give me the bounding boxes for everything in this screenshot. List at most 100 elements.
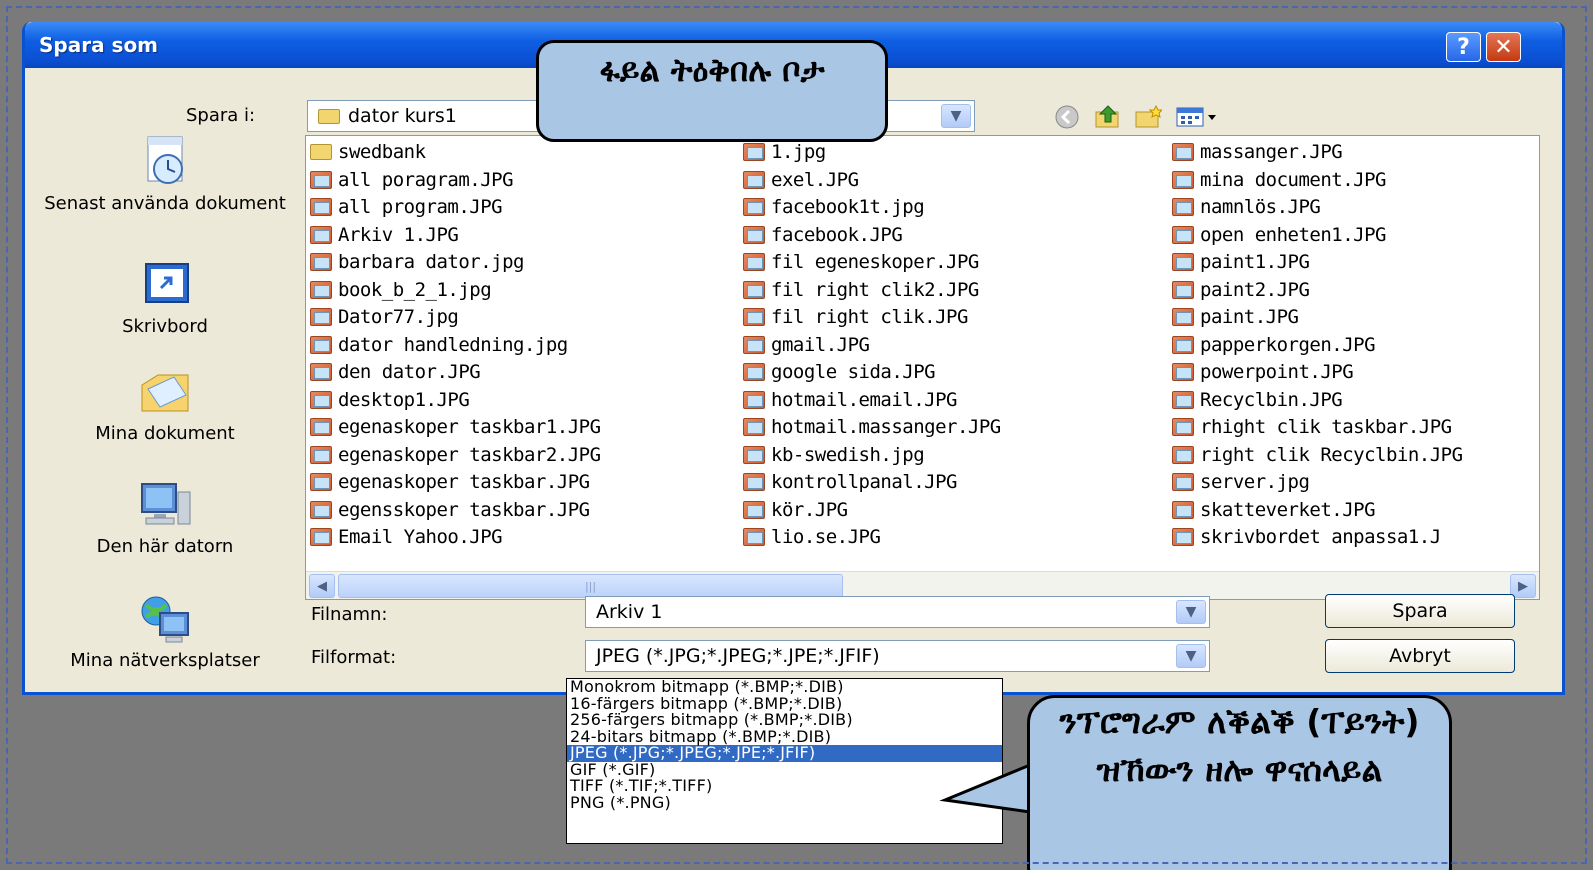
file-item[interactable]: paint2.JPG <box>1172 277 1310 303</box>
file-item[interactable]: swedbank <box>310 139 426 165</box>
help-button[interactable]: ? <box>1446 32 1481 62</box>
file-item[interactable]: open enheten1.JPG <box>1172 222 1386 248</box>
place-recent-documents[interactable]: Senast använda dokument <box>34 135 296 214</box>
file-item[interactable]: kör.JPG <box>743 497 848 523</box>
file-item[interactable]: gmail.JPG <box>743 332 870 358</box>
file-name: lio.se.JPG <box>771 526 881 548</box>
file-item[interactable]: Dator77.jpg <box>310 304 459 330</box>
up-folder-icon[interactable] <box>1093 103 1123 131</box>
file-item[interactable]: Arkiv 1.JPG <box>310 222 459 248</box>
image-file-icon <box>1172 390 1194 409</box>
scrollbar-thumb[interactable]: ||| <box>338 574 843 598</box>
file-name: right clik Recyclbin.JPG <box>1200 443 1463 466</box>
file-item[interactable]: fil egeneskoper.JPG <box>743 249 979 275</box>
file-item[interactable]: book_b_2_1.jpg <box>310 277 492 303</box>
file-name: gmail.JPG <box>771 333 870 356</box>
file-item[interactable]: fil right clik.JPG <box>743 304 968 330</box>
file-item[interactable]: egensskoper taskbar.JPG <box>310 497 590 523</box>
file-item[interactable]: server.jpg <box>1172 469 1310 495</box>
file-item[interactable]: desktop1.JPG <box>310 387 470 413</box>
cancel-button[interactable]: Avbryt <box>1325 639 1515 673</box>
file-item[interactable]: all poragram.JPG <box>310 167 514 193</box>
place-desktop[interactable]: Skrivbord <box>34 258 296 337</box>
file-name: den dator.JPG <box>338 361 481 383</box>
place-network[interactable]: Mina nätverksplatser <box>34 593 296 671</box>
file-item[interactable]: rhight clik taskbar.JPG <box>1172 414 1452 440</box>
file-name: egensskoper taskbar.JPG <box>338 498 590 521</box>
image-file-icon <box>310 280 332 299</box>
image-file-icon <box>1172 335 1194 354</box>
file-item[interactable]: skatteverket.JPG <box>1172 497 1376 523</box>
network-places-icon <box>134 593 196 647</box>
file-item[interactable]: 1.jpg <box>743 139 826 165</box>
chevron-down-icon[interactable]: ▼ <box>1176 600 1206 624</box>
back-icon[interactable] <box>1052 103 1082 131</box>
view-menu-icon[interactable] <box>1175 103 1221 131</box>
format-select[interactable]: JPEG (*.JPG;*.JPEG;*.JPE;*.JFIF) ▼ <box>585 640 1210 672</box>
image-file-icon <box>1172 280 1194 299</box>
file-item[interactable]: papperkorgen.JPG <box>1172 332 1376 358</box>
new-folder-icon[interactable] <box>1133 103 1163 131</box>
format-dropdown-list[interactable]: Monokrom bitmapp (*.BMP;*.DIB) 16-färgers… <box>566 678 1003 844</box>
file-name: 1.jpg <box>771 141 826 163</box>
image-file-icon <box>743 500 765 519</box>
image-file-icon <box>1172 198 1194 216</box>
file-item[interactable]: hotmail.email.JPG <box>743 387 957 413</box>
file-item[interactable]: dator handledning.jpg <box>310 332 568 358</box>
file-item[interactable]: namnlös.JPG <box>1172 194 1321 220</box>
file-name: facebook.JPG <box>771 223 903 246</box>
file-name: egenaskoper taskbar2.JPG <box>338 443 601 466</box>
file-item[interactable]: paint.JPG <box>1172 304 1299 330</box>
file-item[interactable]: all program.JPG <box>310 194 503 220</box>
file-name: egenaskoper taskbar.JPG <box>338 471 590 493</box>
file-item[interactable]: skrivbordet anpassa1.J <box>1172 524 1441 550</box>
save-button[interactable]: Spara <box>1325 594 1515 628</box>
file-name: rhight clik taskbar.JPG <box>1200 416 1452 438</box>
file-item[interactable]: kontrollpanal.JPG <box>743 469 957 495</box>
file-item[interactable]: google sida.JPG <box>743 359 936 385</box>
image-file-icon <box>310 253 332 271</box>
image-file-icon <box>1172 225 1194 244</box>
file-item[interactable]: exel.JPG <box>743 167 859 193</box>
file-item[interactable]: mina document.JPG <box>1172 167 1386 193</box>
close-button[interactable]: ✕ <box>1486 32 1521 62</box>
file-item[interactable]: barbara dator.jpg <box>310 249 524 275</box>
file-item[interactable]: right clik Recyclbin.JPG <box>1172 442 1463 468</box>
image-file-icon <box>310 225 332 244</box>
file-name: Arkiv 1.JPG <box>338 223 459 246</box>
file-item[interactable]: egenaskoper taskbar1.JPG <box>310 414 601 440</box>
file-name: desktop1.JPG <box>338 388 470 411</box>
filename-field[interactable]: Arkiv 1 ▼ <box>585 596 1210 628</box>
file-item[interactable]: fil right clik2.JPG <box>743 277 979 303</box>
file-item[interactable]: Email Yahoo.JPG <box>310 524 503 550</box>
chevron-down-icon[interactable]: ▼ <box>1176 644 1206 668</box>
chevron-down-icon[interactable]: ▼ <box>941 104 971 128</box>
file-item[interactable]: powerpoint.JPG <box>1172 359 1354 385</box>
file-item[interactable]: facebook1t.jpg <box>743 194 925 220</box>
file-item[interactable]: egenaskoper taskbar.JPG <box>310 469 590 495</box>
file-item[interactable]: kb-swedish.jpg <box>743 442 925 468</box>
file-item[interactable]: den dator.JPG <box>310 359 481 385</box>
file-item[interactable]: hotmail.massanger.JPG <box>743 414 1001 440</box>
format-option[interactable]: PNG (*.PNG) <box>567 794 1002 812</box>
file-name: facebook1t.jpg <box>771 196 925 218</box>
file-item[interactable]: Recyclbin.JPG <box>1172 387 1343 413</box>
file-item[interactable]: lio.se.JPG <box>743 524 881 550</box>
file-item[interactable]: egenaskoper taskbar2.JPG <box>310 442 601 468</box>
image-file-icon <box>743 363 765 381</box>
image-file-icon <box>310 390 332 409</box>
image-file-icon <box>1172 418 1194 436</box>
place-my-documents[interactable]: Mina dokument <box>34 365 296 444</box>
place-my-computer[interactable]: Den här datorn <box>34 478 296 557</box>
file-item[interactable]: paint1.JPG <box>1172 249 1310 275</box>
file-name: Dator77.jpg <box>338 306 459 328</box>
file-name: kb-swedish.jpg <box>771 443 925 466</box>
file-item[interactable]: facebook.JPG <box>743 222 903 248</box>
file-name: all poragram.JPG <box>338 168 514 191</box>
file-item[interactable]: massanger.JPG <box>1172 139 1343 165</box>
scroll-left-icon[interactable]: ◀ <box>309 574 335 598</box>
file-list[interactable]: swedbank all poragram.JPG all program.JPG A… <box>305 135 1540 600</box>
image-file-icon <box>743 473 765 491</box>
recent-documents-icon <box>134 135 196 189</box>
file-name: egenaskoper taskbar1.JPG <box>338 416 601 438</box>
